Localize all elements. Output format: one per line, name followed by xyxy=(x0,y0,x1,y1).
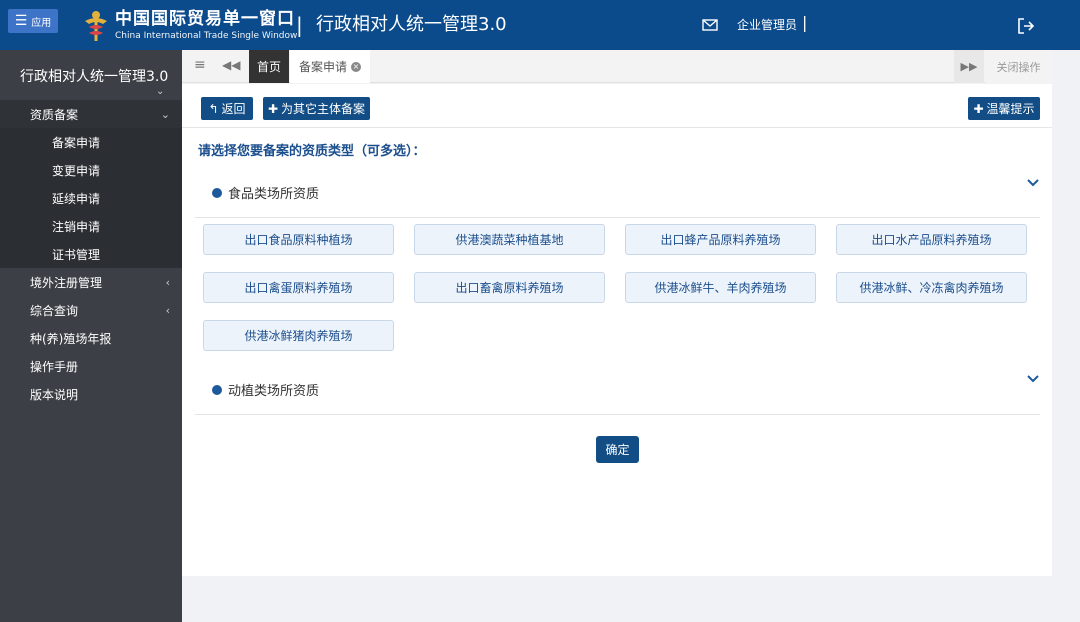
tips-button[interactable]: ✚ 温馨提示 xyxy=(968,97,1040,120)
brand-block: 中国国际贸易单一窗口 China International Trade Sin… xyxy=(115,8,297,42)
qualification-option[interactable]: 供港冰鲜猪肉养殖场 xyxy=(203,320,394,351)
sidebar-item-manual[interactable]: 操作手册 xyxy=(0,352,182,380)
right-gutter xyxy=(1052,50,1080,622)
sidebar-submenu: 备案申请 变更申请 延续申请 注销申请 证书管理 xyxy=(0,128,182,268)
sidebar: 行政相对人统一管理3.0 ⌄ 资质备案 ⌄ 备案申请 变更申请 延续申请 注销申… xyxy=(0,50,182,622)
section-title: 食品类场所资质 xyxy=(228,187,320,202)
user-name[interactable]: 企业管理员 xyxy=(737,16,797,33)
menu-icon: ☰ xyxy=(14,13,28,29)
back-label: 返回 xyxy=(221,102,246,116)
qualification-option[interactable]: 出口水产品原料养殖场 xyxy=(836,224,1027,255)
sidebar-item-label: 境外注册管理 xyxy=(30,275,103,290)
sidebar-item-label: 资质备案 xyxy=(30,107,79,122)
close-operations-button[interactable]: 关闭操作 xyxy=(985,50,1052,83)
hamburger-icon[interactable]: ≡ xyxy=(194,57,206,73)
chevron-down-icon[interactable] xyxy=(1027,375,1039,383)
close-icon[interactable]: × xyxy=(351,61,361,72)
sidebar-subitem-apply[interactable]: 备案申请 xyxy=(52,134,100,151)
qualification-option[interactable]: 供港冰鲜牛、羊肉养殖场 xyxy=(625,272,816,303)
sidebar-subitem-certificates[interactable]: 证书管理 xyxy=(52,246,100,263)
divider xyxy=(195,414,1040,415)
sidebar-item-label: 种(养)殖场年报 xyxy=(30,331,112,346)
plus-icon: ✚ xyxy=(973,101,984,116)
chevron-down-icon[interactable] xyxy=(1027,179,1039,187)
sidebar-item-label: 操作手册 xyxy=(30,359,79,374)
brand-name-cn: 中国国际贸易单一窗口 xyxy=(115,9,295,29)
app-button-label: 应用 xyxy=(31,17,52,29)
qualification-option[interactable]: 出口蜂产品原料养殖场 xyxy=(625,224,816,255)
section-title: 动植类场所资质 xyxy=(228,384,320,399)
back-button[interactable]: ↰ 返回 xyxy=(201,97,253,120)
divider xyxy=(182,127,1052,128)
confirm-button[interactable]: 确定 xyxy=(596,436,639,463)
app-menu-button[interactable]: ☰ 应用 xyxy=(8,9,58,33)
section-header-food[interactable]: 食品类场所资质 xyxy=(212,183,319,202)
sidebar-item-qualification[interactable]: 资质备案 ⌄ xyxy=(0,100,182,128)
tab-home[interactable]: 首页 xyxy=(249,50,289,83)
qualification-option[interactable]: 供港澳蔬菜种植基地 xyxy=(414,224,605,255)
qualification-option[interactable]: 出口禽蛋原料养殖场 xyxy=(203,272,394,303)
top-header: ☰ 应用 中国国际贸易单一窗口 China International Trad… xyxy=(0,0,1080,50)
sidebar-item-annual-report[interactable]: 种(养)殖场年报 xyxy=(0,324,182,352)
section-header-animal-plant[interactable]: 动植类场所资质 xyxy=(212,380,319,399)
divider xyxy=(195,217,1040,218)
sidebar-subitem-renew[interactable]: 延续申请 xyxy=(52,190,100,207)
instruction-text: 请选择您要备案的资质类型（可多选）： xyxy=(198,144,426,159)
other-entity-label: 为其它主体备案 xyxy=(281,102,366,116)
other-entity-filing-button[interactable]: ✚ 为其它主体备案 xyxy=(263,97,370,120)
logout-icon[interactable] xyxy=(1017,17,1035,35)
double-chevron-left-icon[interactable]: ◀◀ xyxy=(222,58,240,72)
sidebar-subitem-change[interactable]: 变更申请 xyxy=(52,162,100,179)
sidebar-item-version[interactable]: 版本说明 xyxy=(0,380,182,408)
tab-bar: ≡ ◀◀ 首页 备案申请 × ▶▶ 关闭操作 xyxy=(182,50,1052,83)
user-separator: | xyxy=(802,13,808,32)
bullet-icon xyxy=(212,187,222,198)
chevron-left-icon: ‹ xyxy=(165,275,170,289)
qualification-option[interactable]: 出口畜禽原料养殖场 xyxy=(414,272,605,303)
sidebar-item-label: 版本说明 xyxy=(30,387,79,402)
brand-name-en: China International Trade Single Window xyxy=(115,31,298,41)
customs-emblem-icon xyxy=(85,11,107,41)
main-content: ↰ 返回 ✚ 为其它主体备案 ✚ 温馨提示 请选择您要备案的资质类型（可多选）：… xyxy=(182,84,1052,576)
chevron-down-icon: ⌄ xyxy=(160,107,170,121)
tab-label: 备案申请 xyxy=(298,60,347,74)
tips-label: 温馨提示 xyxy=(986,102,1035,116)
chevron-down-icon[interactable]: ⌄ xyxy=(156,86,164,97)
mail-icon[interactable] xyxy=(702,19,718,31)
title-separator: | xyxy=(296,13,303,37)
system-title: 行政相对人统一管理3.0 xyxy=(316,14,507,35)
sidebar-item-label: 综合查询 xyxy=(30,303,79,318)
double-chevron-right-icon[interactable]: ▶▶ xyxy=(954,50,984,83)
chevron-left-icon: ‹ xyxy=(165,303,170,317)
qualification-option[interactable]: 供港冰鲜、冷冻禽肉养殖场 xyxy=(836,272,1027,303)
sidebar-item-overseas-registration[interactable]: 境外注册管理 ‹ xyxy=(0,268,182,296)
footer-area xyxy=(182,576,1052,622)
sidebar-title: 行政相对人统一管理3.0 xyxy=(20,69,169,85)
qualification-option[interactable]: 出口食品原料种植场 xyxy=(203,224,394,255)
tab-filing-application[interactable]: 备案申请 × xyxy=(290,50,370,83)
bullet-icon xyxy=(212,384,222,395)
plus-icon: ✚ xyxy=(267,101,279,116)
sidebar-item-query[interactable]: 综合查询 ‹ xyxy=(0,296,182,324)
sidebar-subitem-cancel[interactable]: 注销申请 xyxy=(52,218,100,235)
back-arrow-icon: ↰ xyxy=(208,101,219,116)
